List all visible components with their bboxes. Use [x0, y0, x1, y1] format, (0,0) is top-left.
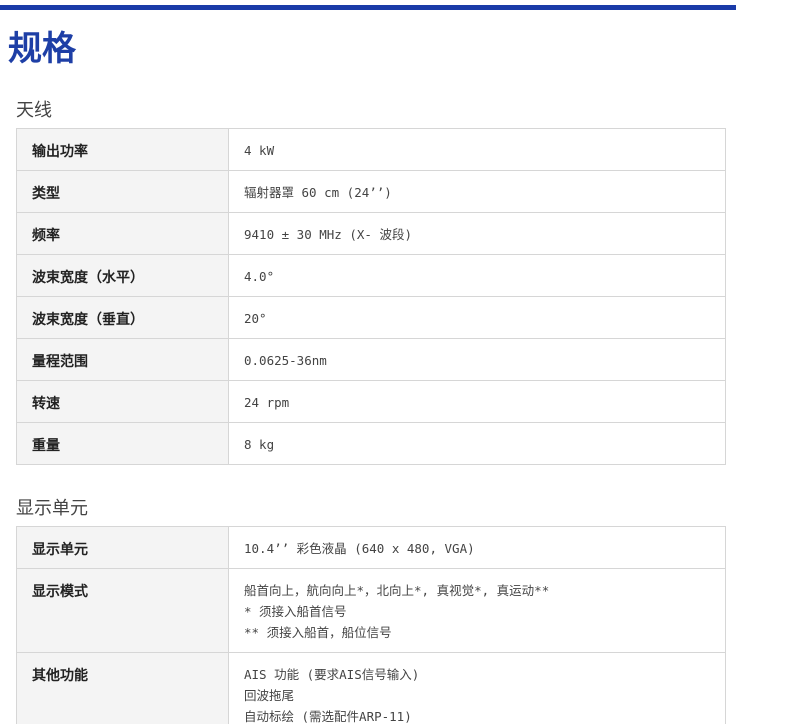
spec-value-line: * 须接入船首信号: [244, 604, 347, 619]
spec-value-line: 10.4’’ 彩色液晶 (640 x 480, VGA): [244, 541, 475, 556]
display-unit-spec-table: 显示单元 10.4’’ 彩色液晶 (640 x 480, VGA) 显示模式 船…: [16, 526, 726, 724]
spec-value-line: ** 须接入船首，船位信号: [244, 625, 392, 640]
spec-value-line: 回波拖尾: [244, 688, 295, 703]
spec-value: 0.0625-36nm: [228, 338, 726, 381]
spec-label: 转速: [16, 380, 229, 423]
spec-label: 频率: [16, 212, 229, 255]
spec-value-line: 0.0625-36nm: [244, 353, 327, 368]
table-row: 显示模式 船首向上，航向向上*，北向上*, 真视觉*, 真运动** * 须接入船…: [16, 568, 726, 653]
section-heading-antenna: 天线: [16, 100, 52, 121]
spec-label: 量程范围: [16, 338, 229, 381]
spec-value-line: 自动标绘 (需选配件ARP-11): [244, 709, 412, 724]
table-row: 类型 辐射器罩 60 cm (24’’): [16, 170, 726, 213]
spec-value-line: 20°: [244, 311, 267, 326]
spec-label: 其他功能: [16, 652, 229, 724]
table-row: 波束宽度（水平） 4.0°: [16, 254, 726, 297]
spec-value-line: AIS 功能 (要求AIS信号输入): [244, 667, 420, 682]
antenna-spec-table: 输出功率 4 kW 类型 辐射器罩 60 cm (24’’) 频率 9410 ±…: [16, 128, 726, 465]
spec-value: 辐射器罩 60 cm (24’’): [228, 170, 726, 213]
spec-value: AIS 功能 (要求AIS信号输入) 回波拖尾 自动标绘 (需选配件ARP-11…: [228, 652, 726, 724]
spec-value: 9410 ± 30 MHz (X- 波段): [228, 212, 726, 255]
table-row: 转速 24 rpm: [16, 380, 726, 423]
page-title: 规格: [8, 29, 76, 69]
table-row: 重量 8 kg: [16, 422, 726, 465]
spec-label: 波束宽度（水平）: [16, 254, 229, 297]
spec-label: 波束宽度（垂直）: [16, 296, 229, 339]
spec-value-line: 辐射器罩 60 cm (24’’): [244, 185, 392, 200]
spec-value: 8 kg: [228, 422, 726, 465]
spec-label: 显示模式: [16, 568, 229, 653]
spec-value: 24 rpm: [228, 380, 726, 423]
table-row: 量程范围 0.0625-36nm: [16, 338, 726, 381]
spec-label: 输出功率: [16, 128, 229, 171]
spec-value-line: 24 rpm: [244, 395, 290, 410]
table-row: 输出功率 4 kW: [16, 128, 726, 171]
table-row: 其他功能 AIS 功能 (要求AIS信号输入) 回波拖尾 自动标绘 (需选配件A…: [16, 652, 726, 724]
spec-value: 20°: [228, 296, 726, 339]
spec-label: 重量: [16, 422, 229, 465]
spec-value-line: 8 kg: [244, 437, 275, 452]
spec-value-line: 4 kW: [244, 143, 275, 158]
spec-value: 船首向上，航向向上*，北向上*, 真视觉*, 真运动** * 须接入船首信号 *…: [228, 568, 726, 653]
spec-value: 4.0°: [228, 254, 726, 297]
spec-label: 类型: [16, 170, 229, 213]
table-row: 显示单元 10.4’’ 彩色液晶 (640 x 480, VGA): [16, 526, 726, 569]
top-accent-rule: [0, 5, 736, 10]
table-row: 频率 9410 ± 30 MHz (X- 波段): [16, 212, 726, 255]
section-heading-display-unit: 显示单元: [16, 498, 88, 519]
spec-value-line: 9410 ± 30 MHz (X- 波段): [244, 227, 412, 242]
table-row: 波束宽度（垂直） 20°: [16, 296, 726, 339]
spec-value: 4 kW: [228, 128, 726, 171]
spec-value: 10.4’’ 彩色液晶 (640 x 480, VGA): [228, 526, 726, 569]
spec-value-line: 4.0°: [244, 269, 275, 284]
spec-label: 显示单元: [16, 526, 229, 569]
spec-value-line: 船首向上，航向向上*，北向上*, 真视觉*, 真运动**: [244, 583, 550, 598]
